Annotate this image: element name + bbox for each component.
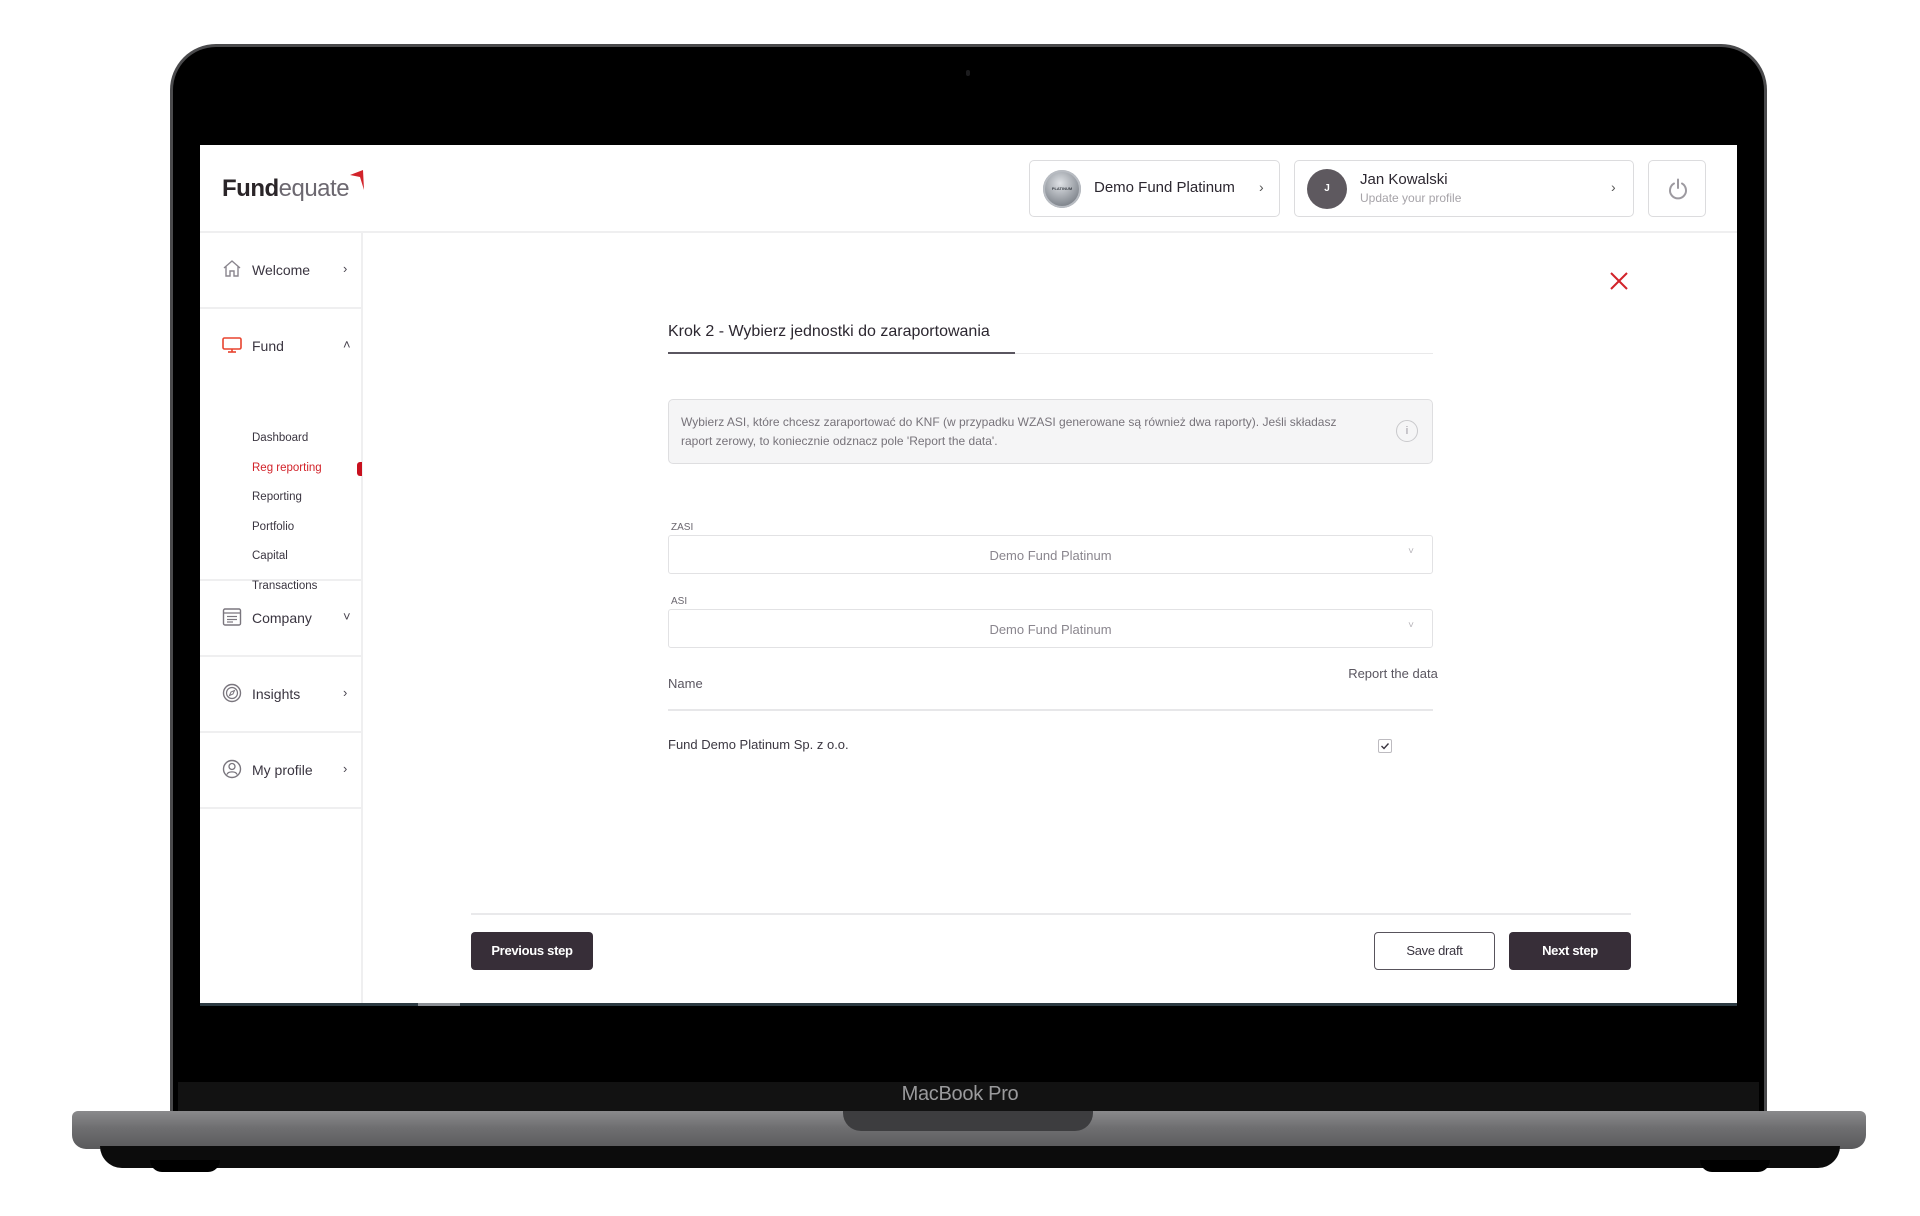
monitor-icon [222,337,242,353]
logout-button[interactable] [1648,160,1706,217]
table-header-divider [668,709,1433,711]
sidebar-label: Fund [252,338,284,354]
chevron-right-icon: › [343,261,348,276]
logo-arrow-icon [350,170,364,190]
checkmark-icon [1381,743,1390,750]
user-icon [222,759,242,779]
save-draft-button[interactable]: Save draft [1374,932,1495,970]
asi-label: ASI [671,596,688,607]
chevron-down-icon: ˅ [1408,620,1414,631]
compass-icon [222,683,242,703]
chevron-right-icon: › [343,685,348,700]
next-step-button[interactable]: Next step [1509,932,1631,970]
laptop-foot [150,1160,220,1172]
screen-edge [200,1003,1737,1006]
home-icon [223,260,241,277]
laptop-underside [100,1146,1840,1168]
report-data-checkbox[interactable] [1378,739,1392,753]
sidebar-subitem-reg-reporting[interactable]: Reg reporting [252,462,322,474]
info-text: Wybierz ASI, które chcesz zaraportować d… [681,415,1337,448]
profile-selector[interactable]: J Jan Kowalski Update your profile › [1294,160,1634,217]
sidebar-item-my-profile[interactable]: My profile › [200,733,361,809]
sidebar: Welcome › Fund ˄ Dashboard Reg reporting… [200,233,363,1004]
zasi-value: Demo Fund Platinum [989,548,1112,563]
sidebar-subitem-capital[interactable]: Capital [252,550,288,562]
laptop-notch [843,1111,1093,1131]
fund-name: Demo Fund Platinum [1094,179,1235,196]
asi-select[interactable]: Demo Fund Platinum ˅ [668,609,1433,648]
app-screen: Fundequate PLATINUM Demo Fund Platinum ›… [200,145,1737,1004]
sidebar-subitem-portfolio[interactable]: Portfolio [252,521,294,533]
sidebar-item-welcome[interactable]: Welcome › [200,233,361,309]
sidebar-subitem-dashboard[interactable]: Dashboard [252,432,308,444]
sidebar-item-company[interactable]: Company ˅ [200,581,361,657]
chevron-right-icon: › [1259,179,1264,195]
power-icon [1669,178,1687,200]
sidebar-subitem-reporting[interactable]: Reporting [252,491,302,503]
previous-step-button[interactable]: Previous step [471,932,593,970]
chevron-up-icon: ˄ [343,337,351,352]
chevron-right-icon: › [343,761,348,776]
laptop-foot [1700,1160,1770,1172]
camera [966,70,970,76]
row-name: Fund Demo Platinum Sp. z o.o. [668,737,849,752]
title-underline [668,352,1015,354]
column-header-report: Report the data [1348,666,1438,681]
sidebar-label: Company [252,610,312,626]
footer-divider [471,913,1631,915]
chevron-down-icon: ˅ [1408,546,1414,557]
sidebar-label: Insights [252,686,301,702]
logo-bold: Fund [222,175,279,202]
fund-selector[interactable]: PLATINUM Demo Fund Platinum › [1029,160,1280,217]
zasi-label: ZASI [671,522,694,533]
logo-light: equate [278,175,350,202]
sidebar-fund-header[interactable]: Fund ˄ [200,309,361,383]
zasi-select[interactable]: Demo Fund Platinum ˅ [668,535,1433,574]
sidebar-label: Welcome [252,262,311,278]
fund-avatar: PLATINUM [1043,170,1081,208]
close-icon[interactable] [1608,270,1630,292]
page-title: Krok 2 - Wybierz jednostki do zaraportow… [668,323,990,340]
chevron-down-icon: ˅ [343,609,351,624]
asi-value: Demo Fund Platinum [989,622,1112,637]
update-profile-link: Update your profile [1360,191,1462,205]
device-brand-label: MacBook Pro [901,1083,1019,1105]
chevron-right-icon: › [1611,179,1616,195]
info-icon[interactable]: i [1396,420,1418,442]
top-header: Fundequate PLATINUM Demo Fund Platinum ›… [200,145,1737,233]
sidebar-item-insights[interactable]: Insights › [200,657,361,733]
user-name: Jan Kowalski [1360,171,1448,188]
column-header-name: Name [668,676,703,691]
sidebar-item-fund: Fund ˄ Dashboard Reg reporting Reporting… [200,309,362,592]
logo[interactable]: Fundequate [222,170,364,203]
sidebar-label: My profile [252,762,313,778]
avatar: J [1307,169,1347,209]
active-indicator [357,462,362,476]
document-icon [222,608,242,626]
info-box: Wybierz ASI, które chcesz zaraportować d… [668,399,1433,464]
